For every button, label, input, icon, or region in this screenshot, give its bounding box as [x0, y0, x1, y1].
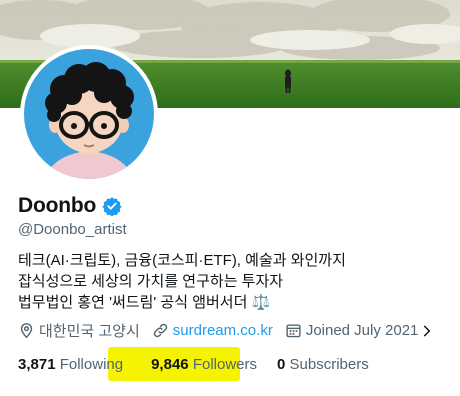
subscribers-count: 0 — [277, 356, 286, 373]
following-label: Following — [59, 356, 124, 373]
bio-line: 잡식성으로 세상의 가치를 연구하는 투자자 — [18, 273, 284, 290]
follow-stats: 3,871 Following 9,846 Followers 0 Subscr… — [18, 356, 387, 373]
following-count: 3,871 — [18, 356, 56, 373]
bio-line: 법무법인 홍연 '써드림' 공식 앰버서더 ⚖️ — [18, 294, 271, 311]
website-link[interactable]: surdream.co.kr — [173, 322, 273, 339]
followers-count: 9,846 — [151, 356, 189, 373]
bio-line: 테크(AI·크립토), 금융(코스피·ETF), 예술과 와인까지 — [18, 252, 346, 269]
following-link[interactable]: 3,871 Following — [18, 356, 123, 373]
display-name: Doonbo — [18, 194, 97, 217]
joined-text: Joined July 2021 — [305, 322, 419, 339]
joined-date[interactable]: Joined July 2021 — [285, 322, 435, 339]
followers-link[interactable]: 9,846 Followers — [151, 356, 257, 373]
subscribers-label: Subscribers — [289, 356, 369, 373]
handle: @Doonbo_artist — [18, 221, 127, 238]
bio: 테크(AI·크립토), 금융(코스피·ETF), 예술과 와인까지 잡식성으로 … — [18, 250, 346, 313]
calendar-icon — [286, 324, 301, 338]
link-icon — [153, 323, 167, 338]
subscribers-link[interactable]: 0 Subscribers — [277, 356, 369, 373]
location-pin-icon — [20, 323, 33, 339]
website[interactable]: surdream.co.kr — [152, 322, 273, 339]
location: 대한민국 고양시 — [18, 320, 140, 341]
avatar-image — [24, 49, 154, 179]
location-text: 대한민국 고양시 — [39, 323, 140, 340]
verified-badge-icon[interactable] — [102, 196, 122, 217]
avatar[interactable] — [20, 45, 158, 183]
profile-meta: 대한민국 고양시 surdream.co.kr Joined July 2021 — [18, 320, 446, 341]
chevron-right-icon[interactable] — [420, 324, 434, 338]
name-row: Doonbo — [18, 194, 122, 218]
followers-label: Followers — [192, 356, 257, 373]
